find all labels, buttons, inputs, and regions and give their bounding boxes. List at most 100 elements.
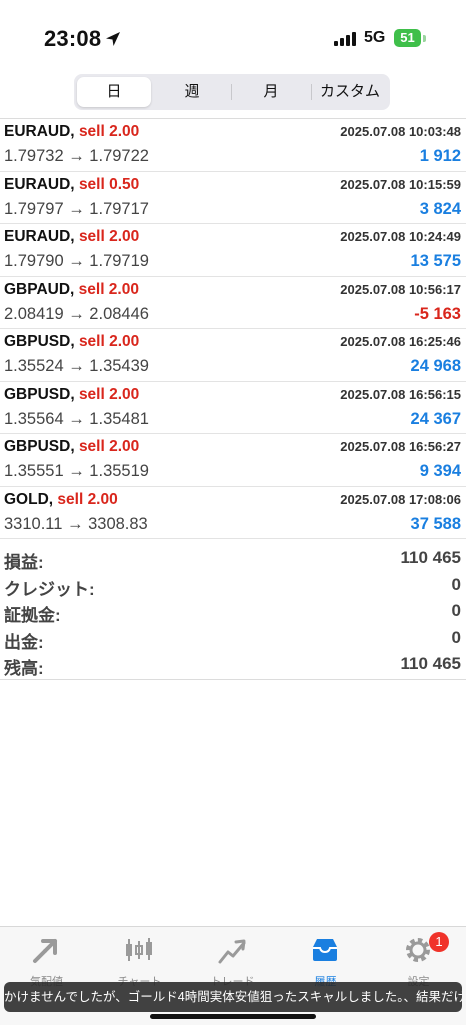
deal-prices: 1.79790 → 1.79719: [4, 252, 149, 270]
summary-margin: 証拠金: 0: [0, 599, 466, 626]
deal-row[interactable]: GBPUSD, sell 2.00 2025.07.08 16:56:15 1.…: [0, 382, 466, 434]
deal-row[interactable]: EURAUD, sell 2.00 2025.07.08 10:24:49 1.…: [0, 224, 466, 277]
deal-row[interactable]: GBPAUD, sell 2.00 2025.07.08 10:56:17 2.…: [0, 277, 466, 329]
deal-profit: 24 968: [410, 357, 461, 375]
deal-time: 2025.07.08 10:15:59: [340, 176, 461, 192]
tab-chart[interactable]: チャート: [93, 927, 186, 988]
tab-quotes[interactable]: 気配値: [0, 927, 93, 988]
deal-row[interactable]: EURAUD, sell 2.00 2025.07.08 10:03:48 1.…: [0, 119, 466, 172]
deal-profit: 1 912: [419, 147, 461, 165]
summary-value: 0: [451, 627, 461, 647]
tab-custom[interactable]: カスタム: [312, 77, 388, 107]
deal-symbol-line: GBPUSD, sell 2.00: [4, 386, 139, 404]
deal-prices: 1.35564 → 1.35481: [4, 409, 149, 428]
tab-history[interactable]: 履歴: [279, 927, 372, 988]
deal-profit: 24 367: [410, 409, 461, 428]
tab-month-label: 月: [263, 83, 279, 100]
deal-row[interactable]: EURAUD, sell 0.50 2025.07.08 10:15:59 1.…: [0, 172, 466, 224]
deal-symbol: EURAUD,: [4, 175, 75, 193]
deal-row[interactable]: GOLD, sell 2.00 2025.07.08 17:08:06 3310…: [0, 487, 466, 539]
deal-symbol-line: GBPUSD, sell 2.00: [4, 438, 139, 456]
deal-time: 2025.07.08 16:25:46: [340, 334, 461, 349]
deal-side: sell 2.00: [78, 123, 140, 140]
tab-month[interactable]: 月: [232, 77, 310, 107]
deal-side: sell 2.00: [78, 333, 140, 350]
summary-balance: 残高: 110 465: [0, 652, 466, 679]
deal-side: sell 2.00: [78, 280, 139, 298]
deal-profit: 37 588: [410, 514, 461, 533]
summary-withdrawal: 出金: 0: [0, 626, 466, 653]
summary-value: 110 465: [400, 548, 461, 567]
deal-time: 2025.07.08 16:56:15: [340, 386, 461, 402]
deal-symbol-line: EURAUD, sell 2.00: [4, 228, 139, 246]
home-indicator[interactable]: [150, 1014, 316, 1019]
deal-time: 2025.07.08 10:03:48: [340, 124, 461, 139]
battery-icon: 51: [394, 29, 421, 47]
tab-day[interactable]: 日: [77, 77, 151, 107]
deal-row[interactable]: GBPUSD, sell 2.00 2025.07.08 16:25:46 1.…: [0, 329, 466, 382]
summary-credit: クレジット: 0: [0, 573, 466, 600]
deal-symbol-line: GBPUSD, sell 2.00: [4, 333, 139, 351]
caption-overlay: かけませんでしたが、ゴールド4時間実体安値狙ったスキャルしました。、結果だけ。: [4, 982, 462, 1012]
deal-time: 2025.07.08 17:08:06: [340, 491, 461, 507]
deal-symbol: GBPAUD,: [4, 280, 75, 298]
status-bar: 23:08 5G 51: [0, 0, 466, 70]
tab-day-label: 日: [106, 83, 122, 100]
deal-time: 2025.07.08 16:56:27: [340, 439, 461, 454]
deal-time: 2025.07.08 10:24:49: [340, 229, 461, 244]
notification-badge: 1: [429, 932, 449, 952]
deal-prices: 1.79797 → 1.79717: [4, 199, 149, 218]
period-segmented-control: 日 週 月 カスタム: [74, 74, 390, 110]
trade-icon: [218, 939, 246, 964]
deal-side: sell 2.00: [78, 385, 140, 403]
deal-side: sell 0.50: [78, 175, 140, 193]
account-summary: 損益: 110 465 クレジット: 0 証拠金: 0 出金: 0 残高: 11…: [0, 546, 466, 679]
deal-prices: 1.35551 → 1.35519: [4, 462, 149, 480]
tab-week-label: 週: [184, 83, 200, 100]
deal-prices: 1.79732 → 1.79722: [4, 147, 149, 165]
summary-value: 110 465: [400, 654, 461, 673]
deal-symbol: GBPUSD,: [4, 385, 75, 403]
status-time: 23:08: [44, 26, 102, 51]
summary-label: 残高:: [4, 659, 44, 678]
deal-time: 2025.07.08 10:56:17: [340, 281, 461, 297]
summary-label: 出金:: [4, 632, 44, 652]
history-icon: [313, 939, 337, 961]
deal-symbol: GBPUSD,: [4, 438, 75, 455]
deal-side: sell 2.00: [57, 490, 118, 508]
deal-profit: 9 394: [419, 462, 461, 480]
summary-value: 0: [451, 574, 461, 594]
deal-symbol: EURAUD,: [4, 228, 75, 245]
tab-custom-label: カスタム: [319, 83, 380, 100]
deal-prices: 1.35524 → 1.35439: [4, 357, 149, 375]
tab-trade[interactable]: トレード: [186, 927, 279, 988]
chart-icon: [126, 938, 152, 961]
deal-symbol-line: EURAUD, sell 0.50: [4, 176, 139, 194]
summary-profit: 損益: 110 465: [0, 546, 466, 573]
deal-row[interactable]: GBPUSD, sell 2.00 2025.07.08 16:56:27 1.…: [0, 434, 466, 487]
deal-prices: 3310.11 → 3308.83: [4, 514, 148, 533]
deal-symbol: GOLD,: [4, 490, 54, 508]
deals-list: EURAUD, sell 2.00 2025.07.08 10:03:48 1.…: [0, 119, 466, 539]
deal-symbol-line: GOLD, sell 2.00: [4, 491, 118, 509]
deal-symbol: GBPUSD,: [4, 333, 75, 350]
tab-week[interactable]: 週: [154, 77, 230, 107]
summary-value: 0: [451, 601, 461, 620]
deal-side: sell 2.00: [78, 228, 140, 245]
divider: [0, 679, 466, 680]
cellular-signal-icon: [334, 30, 358, 46]
summary-label: 証拠金:: [4, 606, 61, 625]
network-type: 5G: [364, 29, 386, 46]
quotes-icon: [33, 939, 57, 963]
battery-tip: [423, 35, 426, 42]
deal-profit: 3 824: [419, 199, 461, 218]
deal-symbol-line: EURAUD, sell 2.00: [4, 123, 139, 141]
location-arrow-icon: [106, 32, 120, 46]
deal-prices: 2.08419 → 2.08446: [4, 304, 149, 323]
deal-side: sell 2.00: [78, 438, 140, 455]
battery-level: 51: [400, 30, 415, 45]
deal-profit: 13 575: [410, 252, 461, 270]
tab-settings[interactable]: 1 設定: [372, 927, 465, 988]
deal-symbol: EURAUD,: [4, 123, 75, 140]
summary-label: クレジット:: [4, 579, 95, 599]
